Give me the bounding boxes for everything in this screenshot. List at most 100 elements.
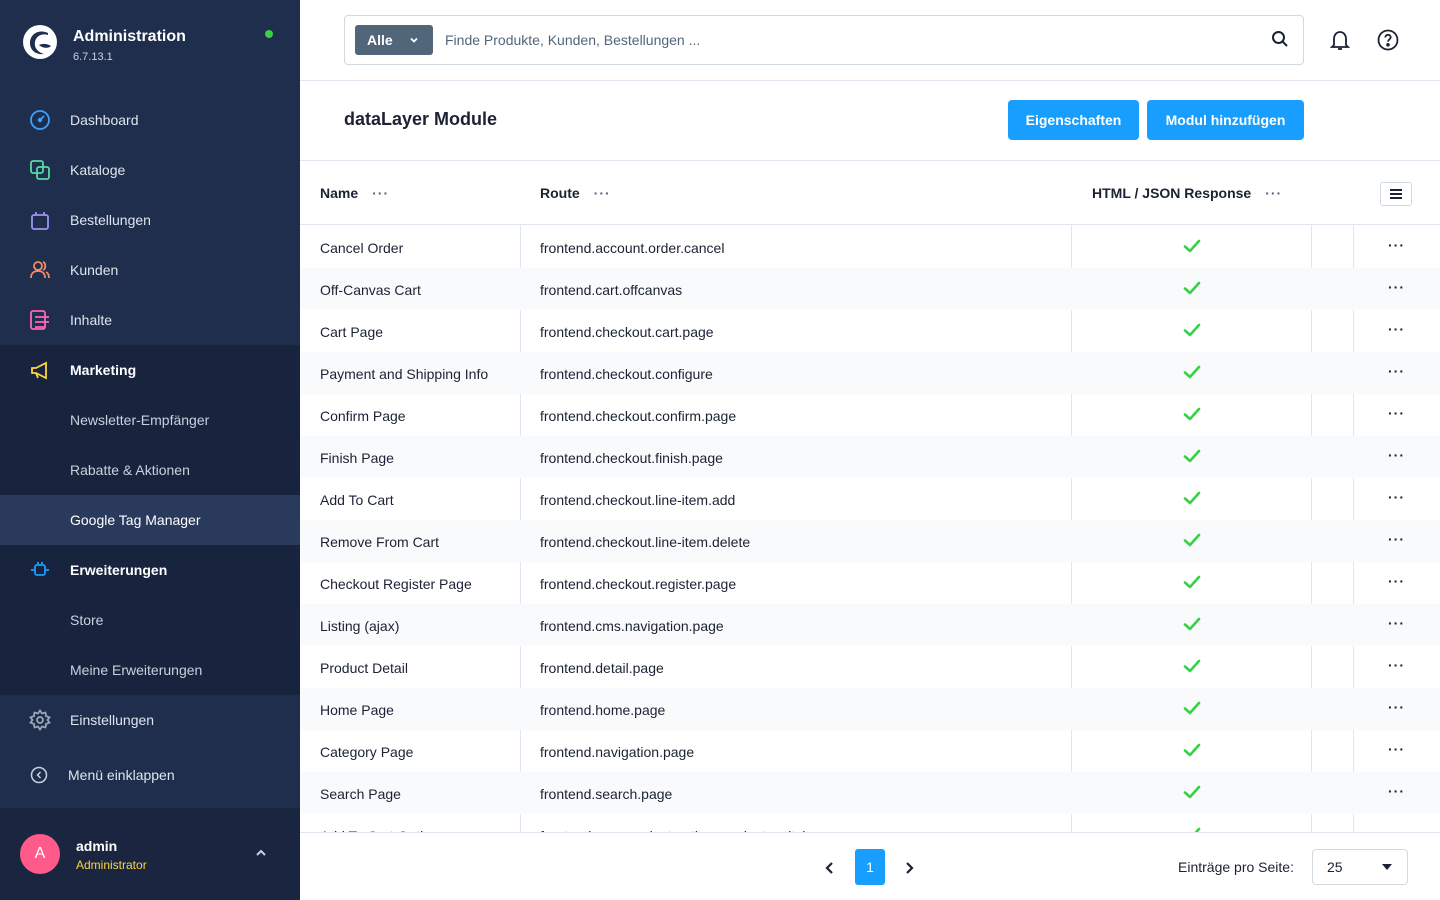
collapse-menu-label: Menü einklappen — [68, 767, 175, 783]
table-row[interactable]: Add To Cart Optionsfrontend.cms.product.… — [300, 814, 1440, 832]
cell-name: Checkout Register Page — [320, 576, 472, 592]
status-indicator — [265, 30, 273, 38]
row-actions-button[interactable]: ··· — [1388, 658, 1404, 672]
check-icon — [1183, 407, 1201, 421]
app-title: Administration — [73, 28, 186, 45]
cell-route: frontend.detail.page — [540, 660, 664, 676]
per-page-label: Einträge pro Seite: — [1178, 859, 1294, 875]
cell-route: frontend.checkout.register.page — [540, 576, 737, 592]
megaphone-icon — [28, 359, 52, 381]
row-actions-button[interactable]: ··· — [1388, 406, 1404, 420]
bell-icon[interactable] — [1328, 28, 1352, 52]
chevron-left-icon[interactable] — [824, 861, 836, 875]
cell-name: Cart Page — [320, 324, 384, 340]
row-actions-button[interactable]: ··· — [1388, 448, 1404, 462]
sidebar-item-extensions[interactable]: Erweiterungen — [0, 545, 300, 595]
grid-settings-button[interactable] — [1380, 182, 1412, 206]
cell-route: frontend.checkout.cart.page — [540, 324, 714, 340]
check-icon — [1183, 323, 1201, 337]
sidebar-item-label: Erweiterungen — [70, 562, 168, 578]
table-row[interactable]: Add To Cart frontend.checkout.line-item.a… — [300, 478, 1440, 520]
menu-icon — [1390, 189, 1402, 199]
table-row[interactable]: Checkout Register Page frontend.checkout.… — [300, 562, 1440, 604]
cell-route: frontend.account.order.cancel — [540, 240, 725, 256]
cell-route: frontend.checkout.finish.page — [540, 450, 723, 466]
cell-name: Cancel Order — [320, 240, 404, 256]
sidebar-item-marketing[interactable]: Marketing — [0, 345, 300, 395]
cell-name: Product Detail — [320, 660, 408, 676]
sidebar-item-store[interactable]: Store — [0, 595, 300, 645]
table-row[interactable]: Search Page frontend.search.page ··· — [300, 772, 1440, 814]
row-actions-button[interactable]: ··· — [1388, 700, 1404, 714]
search-input[interactable] — [445, 28, 1225, 52]
sidebar-item-dashboard[interactable]: Dashboard — [0, 95, 300, 145]
column-header-label: Route — [540, 185, 580, 201]
column-menu-button[interactable]: ··· — [594, 185, 611, 201]
row-actions-button[interactable]: ··· — [1388, 742, 1404, 756]
row-actions-button[interactable]: ··· — [1388, 616, 1404, 630]
row-actions-button[interactable]: ··· — [1388, 532, 1404, 546]
chevron-right-icon[interactable] — [903, 861, 915, 875]
table-row[interactable]: Category Page frontend.navigation.page ··· — [300, 730, 1440, 772]
table-row[interactable]: Cart Page frontend.checkout.cart.page ··· — [300, 310, 1440, 352]
help-icon[interactable] — [1376, 28, 1400, 52]
row-actions-button[interactable]: ··· — [1388, 574, 1404, 588]
add-module-button[interactable]: Modul hinzufügen — [1147, 100, 1304, 140]
column-header-route[interactable]: Route ··· — [540, 161, 611, 225]
column-header-name[interactable]: Name ··· — [320, 161, 389, 225]
sidebar-item-catalogs[interactable]: Kataloge — [0, 145, 300, 195]
column-menu-button[interactable]: ··· — [372, 185, 389, 201]
sidebar-item-promotions[interactable]: Rabatte & Aktionen — [0, 445, 300, 495]
column-menu-button[interactable]: ··· — [1265, 185, 1282, 201]
search-icon[interactable] — [1271, 30, 1289, 48]
per-page-select[interactable]: 25 — [1312, 849, 1408, 885]
sidebar: Administration 6.7.13.1 Dashboard Katalo… — [0, 0, 300, 900]
dashboard-icon — [28, 109, 52, 131]
sidebar-item-label: Bestellungen — [70, 212, 151, 228]
search-type-dropdown[interactable]: Alle — [355, 25, 433, 55]
chevron-left-circle-icon — [30, 766, 48, 787]
sidebar-item-orders[interactable]: Bestellungen — [0, 195, 300, 245]
sidebar-item-settings[interactable]: Einstellungen — [0, 695, 300, 745]
grid-header: Name ··· Route ··· HTML / JSON Response … — [300, 161, 1440, 225]
sidebar-item-customers[interactable]: Kunden — [0, 245, 300, 295]
sidebar-item-google-tag-manager[interactable]: Google Tag Manager — [0, 495, 300, 545]
app-version: 6.7.13.1 — [73, 51, 113, 63]
page-button-current[interactable]: 1 — [855, 849, 885, 885]
per-page-value: 25 — [1327, 859, 1343, 875]
table-row[interactable]: Listing (ajax) frontend.cms.navigation.pa… — [300, 604, 1440, 646]
check-icon — [1183, 785, 1201, 799]
check-icon — [1183, 533, 1201, 547]
chevron-up-icon[interactable] — [254, 846, 268, 860]
table-row[interactable]: Remove From Cart frontend.checkout.line-i… — [300, 520, 1440, 562]
sidebar-item-content[interactable]: Inhalte — [0, 295, 300, 345]
table-row[interactable]: Cancel Order frontend.account.order.cance… — [300, 226, 1440, 268]
collapse-menu-button[interactable]: Menü einklappen — [0, 750, 300, 800]
row-actions-button[interactable]: ··· — [1388, 280, 1404, 294]
properties-button[interactable]: Eigenschaften — [1008, 100, 1139, 140]
user-panel[interactable]: A admin Administrator — [0, 808, 300, 900]
cell-name: Add To Cart — [320, 492, 394, 508]
check-icon — [1183, 491, 1201, 505]
sidebar-item-newsletter[interactable]: Newsletter-Empfänger — [0, 395, 300, 445]
table-row[interactable]: Home Page frontend.home.page ··· — [300, 688, 1440, 730]
row-actions-button[interactable]: ··· — [1388, 364, 1404, 378]
table-row[interactable]: Confirm Page frontend.checkout.confirm.pa… — [300, 394, 1440, 436]
column-header-response[interactable]: HTML / JSON Response ··· — [1092, 161, 1282, 225]
cell-name: Confirm Page — [320, 408, 406, 424]
catalog-icon — [28, 159, 52, 181]
sidebar-item-label: Store — [70, 612, 104, 628]
table-row[interactable]: Product Detail frontend.detail.page ··· — [300, 646, 1440, 688]
row-actions-button[interactable]: ··· — [1388, 238, 1404, 252]
table-row[interactable]: Payment and Shipping Info frontend.checko… — [300, 352, 1440, 394]
table-row[interactable]: Finish Page frontend.checkout.finish.page… — [300, 436, 1440, 478]
row-actions-button[interactable]: ··· — [1388, 784, 1404, 798]
cell-route: frontend.cms.navigation.page — [540, 618, 724, 634]
row-actions-button[interactable]: ··· — [1388, 322, 1404, 336]
cell-route: frontend.checkout.confirm.page — [540, 408, 737, 424]
content-icon — [28, 309, 52, 331]
row-actions-button[interactable]: ··· — [1388, 490, 1404, 504]
sidebar-item-my-extensions[interactable]: Meine Erweiterungen — [0, 645, 300, 695]
table-row[interactable]: Off-Canvas Cart frontend.cart.offcanvas ··… — [300, 268, 1440, 310]
check-icon — [1183, 281, 1201, 295]
